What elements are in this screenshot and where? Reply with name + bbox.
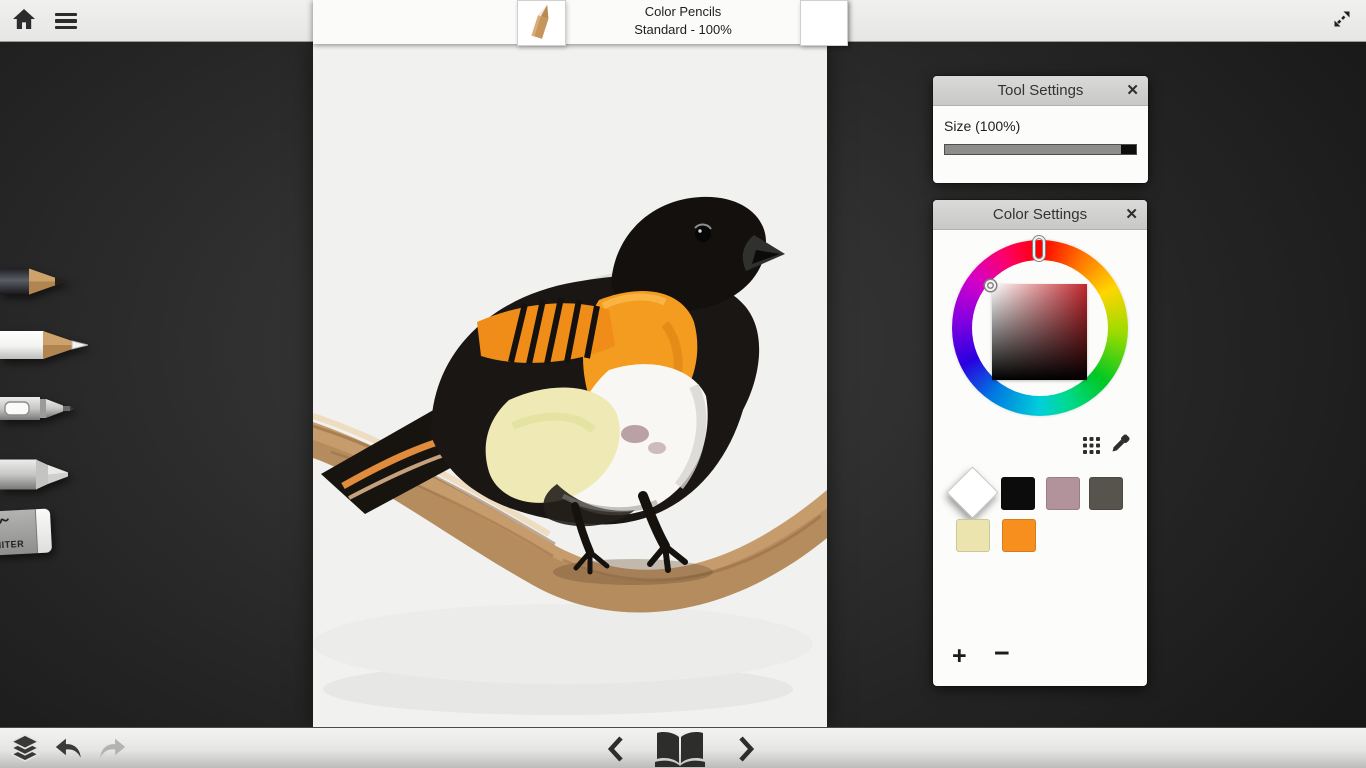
swatch-orange[interactable] bbox=[1002, 519, 1036, 552]
swatch-white[interactable] bbox=[946, 466, 998, 518]
hue-cursor[interactable] bbox=[1033, 236, 1045, 261]
size-label: Size (100%) bbox=[944, 118, 1020, 134]
tool-detail: Standard - 100% bbox=[566, 21, 800, 39]
layers-icon bbox=[10, 734, 40, 762]
mechanical-pencil-icon bbox=[0, 393, 74, 424]
hamburger-icon bbox=[55, 10, 77, 33]
undo-icon bbox=[55, 738, 82, 759]
next-page-button[interactable] bbox=[732, 733, 760, 765]
previous-page-button[interactable] bbox=[602, 733, 630, 765]
color-settings-header[interactable]: Color Settings ✕ bbox=[933, 200, 1147, 230]
home-button[interactable] bbox=[8, 6, 40, 36]
chevron-left-icon bbox=[607, 735, 625, 763]
close-icon[interactable]: ✕ bbox=[1125, 205, 1138, 223]
redo-button[interactable] bbox=[96, 734, 128, 762]
palette-grid-button[interactable] bbox=[1080, 434, 1102, 456]
tool-settings-panel: Tool Settings ✕ Size (100%) bbox=[933, 76, 1148, 183]
top-toolbar: Color Pencils Standard - 100% bbox=[0, 0, 1366, 42]
redo-icon bbox=[99, 738, 126, 759]
chisel-marker-icon bbox=[0, 457, 70, 492]
expand-icon bbox=[1330, 7, 1354, 36]
tool-white-pencil[interactable] bbox=[0, 328, 88, 367]
bird-artwork bbox=[313, 44, 827, 727]
tool-mechanical-pencil[interactable] bbox=[0, 393, 74, 429]
size-slider-handle[interactable] bbox=[1121, 145, 1136, 154]
bottom-toolbar bbox=[0, 727, 1366, 768]
swatch-black[interactable] bbox=[1001, 477, 1035, 510]
layers-button[interactable] bbox=[8, 732, 42, 764]
brush-preview-tab[interactable] bbox=[517, 0, 566, 46]
size-slider[interactable] bbox=[944, 144, 1137, 155]
tool-header-strip: Color Pencils Standard - 100% bbox=[313, 0, 848, 44]
eraser-brand-text: HITER bbox=[0, 539, 24, 551]
eyedropper-button[interactable] bbox=[1109, 432, 1131, 454]
fullscreen-button[interactable] bbox=[1326, 6, 1358, 36]
remove-swatch-button[interactable]: − bbox=[994, 643, 1010, 663]
white-pencil-icon bbox=[0, 328, 88, 362]
color-settings-panel: Color Settings ✕ bbox=[933, 200, 1147, 686]
eyedropper-icon bbox=[1110, 433, 1131, 454]
tool-name: Color Pencils bbox=[566, 3, 800, 21]
gallery-button[interactable] bbox=[650, 729, 710, 768]
color-preview-tab[interactable] bbox=[800, 0, 848, 46]
eraser-icon: HITER bbox=[0, 508, 52, 555]
menu-button[interactable] bbox=[50, 6, 82, 36]
swatch-mauve[interactable] bbox=[1046, 477, 1080, 510]
tool-dark-pencil[interactable] bbox=[0, 266, 70, 302]
tool-settings-header[interactable]: Tool Settings ✕ bbox=[933, 76, 1148, 106]
open-book-icon bbox=[653, 729, 707, 768]
dark-pencil-icon bbox=[0, 266, 70, 297]
chevron-right-icon bbox=[737, 735, 755, 763]
grid-icon bbox=[1083, 437, 1100, 454]
home-icon bbox=[11, 6, 37, 37]
sv-cursor[interactable] bbox=[985, 280, 996, 291]
swatch-dark-gray[interactable] bbox=[1089, 477, 1123, 510]
drawing-canvas[interactable] bbox=[313, 44, 827, 727]
tool-settings-title: Tool Settings bbox=[998, 82, 1084, 99]
swatch-cream[interactable] bbox=[956, 519, 990, 552]
active-tool-label: Color Pencils Standard - 100% bbox=[566, 3, 800, 39]
tool-chisel-marker[interactable] bbox=[0, 457, 70, 497]
close-icon[interactable]: ✕ bbox=[1126, 81, 1139, 99]
sketch-app: Color Pencils Standard - 100% bbox=[0, 0, 1366, 768]
add-swatch-button[interactable]: + bbox=[952, 646, 967, 666]
undo-button[interactable] bbox=[52, 734, 84, 762]
sv-square[interactable] bbox=[992, 284, 1087, 380]
color-settings-title: Color Settings bbox=[993, 206, 1087, 223]
pencil-icon bbox=[525, 2, 559, 45]
tool-eraser[interactable]: HITER bbox=[0, 508, 52, 555]
